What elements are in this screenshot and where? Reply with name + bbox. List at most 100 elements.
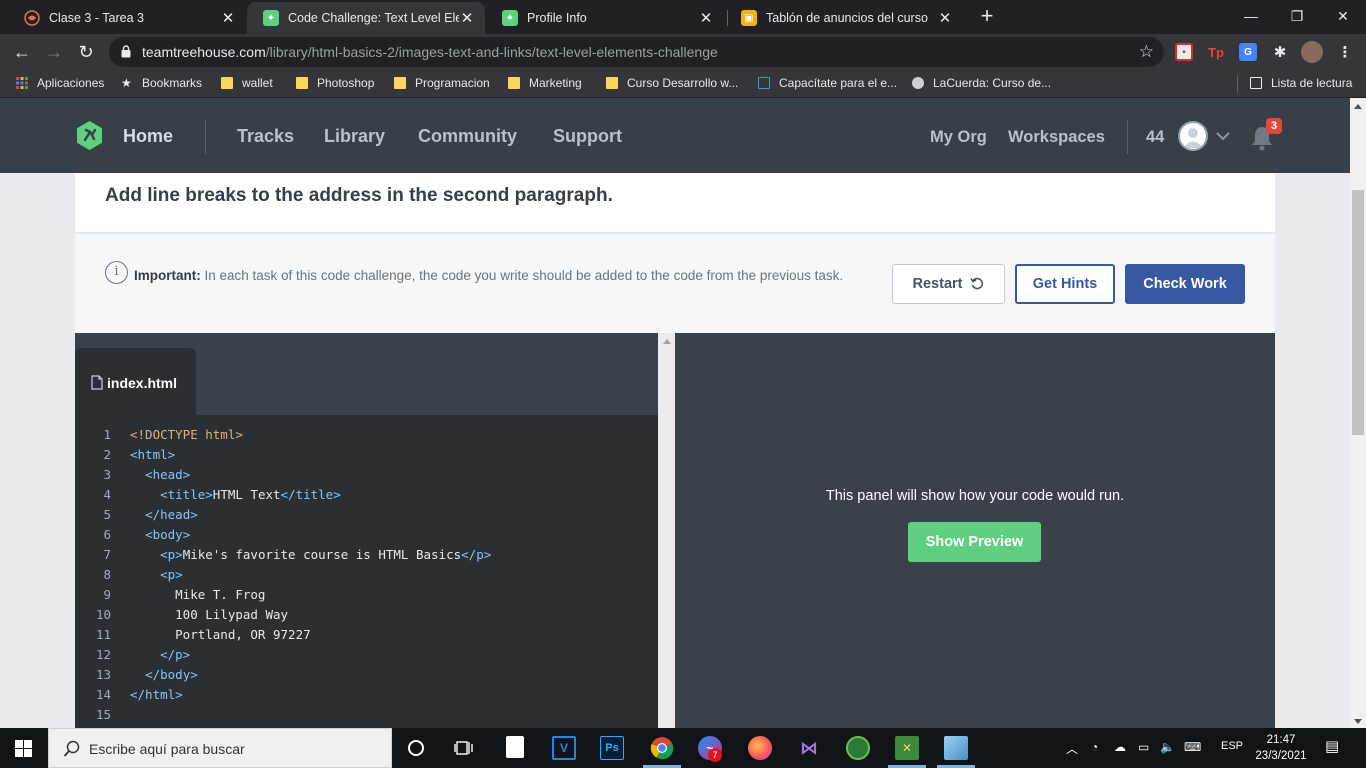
code-line[interactable]: 8 <p> <box>75 565 658 585</box>
scroll-down-arrow-icon[interactable] <box>1354 719 1362 724</box>
tab-title: Profile Info <box>527 11 587 25</box>
code-editor[interactable]: index.html 1 <!DOCTYPE html> 2 <html> 3 <hea… <box>75 333 658 728</box>
extension-tp-icon[interactable]: Tp <box>1207 43 1225 61</box>
taskbar-search[interactable]: Escribe aquí para buscar <box>48 728 392 768</box>
nav-divider <box>205 120 206 154</box>
nav-library[interactable]: Library <box>324 126 385 147</box>
close-tab-icon[interactable]: ✕ <box>459 9 475 27</box>
opera-vpn-icon[interactable] <box>846 736 870 760</box>
line-number: 8 <box>103 567 111 582</box>
forward-arrow-icon[interactable]: → <box>40 38 68 66</box>
close-tab-icon[interactable]: ✕ <box>698 9 714 27</box>
code-line[interactable]: 9 Mike T. Frog <box>75 585 658 605</box>
code-line[interactable]: 12 </p> <box>75 645 658 665</box>
nav-workspaces[interactable]: Workspaces <box>1008 128 1105 147</box>
browser-tab-code-challenge[interactable]: ✦ Code Challenge: Text Level Eleme ✕ <box>247 2 485 34</box>
line-number: 14 <box>95 687 111 702</box>
scroll-up-arrow-icon[interactable] <box>663 339 671 344</box>
browser-tab-tablon[interactable]: ▣ Tablón de anuncios del curso ✕ <box>725 2 963 34</box>
wifi-icon[interactable]: ◔ <box>1091 740 1098 754</box>
tray-chevron-up-icon[interactable]: ︿ <box>1066 740 1078 757</box>
treehouse-logo-icon[interactable] <box>74 120 105 151</box>
address-bar[interactable]: teamtreehouse.com/library/html-basics-2/… <box>109 37 1164 67</box>
code-line[interactable]: 13 </body> <box>75 665 658 685</box>
battery-icon[interactable]: ▭ <box>1138 740 1149 754</box>
code-lines[interactable]: 1 <!DOCTYPE html> 2 <html> 3 <head> 4 <title>… <box>75 425 658 725</box>
code-line[interactable]: 10 100 Lilypad Way <box>75 605 658 625</box>
system-clock[interactable]: 21:47 23/3/2021 <box>1255 732 1307 764</box>
language-indicator[interactable]: ESP <box>1221 740 1243 752</box>
code-line[interactable]: 2 <html> <box>75 445 658 465</box>
chrome-icon[interactable] <box>650 736 674 760</box>
cortana-icon[interactable] <box>404 736 428 760</box>
bookmark-curso-desarrollo[interactable]: Curso Desarrollo w... <box>606 76 738 90</box>
reload-icon[interactable]: ↻ <box>72 38 100 66</box>
show-preview-button[interactable]: Show Preview <box>908 522 1041 562</box>
extensions-puzzle-icon[interactable]: ✱ <box>1271 43 1289 61</box>
visual-studio-icon[interactable]: ⋈ <box>797 736 821 760</box>
minimize-button[interactable]: — <box>1228 0 1274 32</box>
new-tab-button[interactable]: + <box>975 4 999 28</box>
editor-scrollbar[interactable] <box>658 333 675 728</box>
close-tab-icon[interactable]: ✕ <box>220 9 236 27</box>
reading-list-button[interactable]: Lista de lectura <box>1250 76 1352 90</box>
scroll-up-arrow-icon[interactable] <box>1354 104 1362 109</box>
code-line[interactable]: 11 Portland, OR 97227 <box>75 625 658 645</box>
bookmark-programacion[interactable]: Programacion <box>394 76 490 90</box>
code-line[interactable]: 3 <head> <box>75 465 658 485</box>
task-view-icon[interactable] <box>452 736 476 760</box>
user-avatar[interactable] <box>1178 121 1208 151</box>
nav-home[interactable]: Home <box>123 126 173 147</box>
nav-my-org[interactable]: My Org <box>930 128 987 147</box>
pdf-extension-icon[interactable]: ▪ <box>1175 43 1193 61</box>
line-number: 15 <box>95 707 111 722</box>
nav-community[interactable]: Community <box>418 126 517 147</box>
line-number: 13 <box>95 667 111 682</box>
scrollbar-thumb[interactable] <box>1352 190 1364 435</box>
app-x-icon[interactable]: ✕ <box>895 736 919 760</box>
volume-icon[interactable]: 🔈 <box>1160 740 1175 754</box>
code-line[interactable]: 1 <!DOCTYPE html> <box>75 425 658 445</box>
code-line[interactable]: 5 </head> <box>75 505 658 525</box>
onedrive-icon[interactable]: ☁ <box>1114 740 1126 754</box>
bookmark-lacuerda[interactable]: LaCuerda: Curso de... <box>912 76 1051 90</box>
page-scrollbar[interactable] <box>1350 98 1366 728</box>
photoshop-icon[interactable]: Ps <box>600 736 624 760</box>
close-tab-icon[interactable]: ✕ <box>937 9 953 27</box>
get-hints-button[interactable]: Get Hints <box>1015 264 1115 304</box>
bookmark-apps[interactable]: Aplicaciones <box>16 76 104 90</box>
code-line[interactable]: 4 <title>HTML Text</title> <box>75 485 658 505</box>
bookmark-marketing[interactable]: Marketing <box>508 76 582 90</box>
bookmark-photoshop[interactable]: Photoshop <box>296 76 374 90</box>
browser-tab-clase3[interactable]: Clase 3 - Tarea 3 ✕ <box>8 2 246 34</box>
firefox-icon[interactable] <box>748 736 772 760</box>
nav-support[interactable]: Support <box>553 126 622 147</box>
close-window-button[interactable]: ✕ <box>1320 0 1366 32</box>
browser-tab-profile-info[interactable]: ✦ Profile Info ✕ <box>486 2 724 34</box>
nav-tracks[interactable]: Tracks <box>237 126 294 147</box>
bookmark-wallet[interactable]: wallet <box>221 76 273 90</box>
chevron-down-icon[interactable] <box>1216 128 1230 144</box>
notepad-plus-icon[interactable] <box>944 736 968 760</box>
check-work-button[interactable]: Check Work <box>1125 264 1245 304</box>
notification-center-icon[interactable]: ▤ <box>1325 737 1339 755</box>
bookmark-bookmarks[interactable]: ★ Bookmarks <box>121 76 202 90</box>
code-line[interactable]: 15 <box>75 705 658 725</box>
google-translate-icon[interactable]: G <box>1239 43 1257 61</box>
lock-icon <box>121 45 131 58</box>
windows-start-icon[interactable] <box>15 740 32 757</box>
vegas-icon[interactable]: V <box>552 736 576 760</box>
code-line[interactable]: 6 <body> <box>75 525 658 545</box>
bookmark-capacitate[interactable]: Capacítate para el e... <box>758 76 897 90</box>
notepad-icon[interactable] <box>506 736 524 758</box>
profile-avatar-icon[interactable] <box>1301 41 1323 63</box>
keyboard-icon[interactable]: ⌨ <box>1184 740 1201 754</box>
back-arrow-icon[interactable]: ← <box>8 38 36 66</box>
file-tab[interactable]: index.html <box>75 348 196 415</box>
maximize-button[interactable]: ❐ <box>1274 0 1320 32</box>
bookmark-star-icon[interactable]: ☆ <box>1139 42 1154 62</box>
restart-button[interactable]: Restart <box>892 264 1005 304</box>
code-line[interactable]: 14 </html> <box>75 685 658 705</box>
menu-kebab-icon[interactable]: ⋮ <box>1336 43 1354 61</box>
code-line[interactable]: 7 <p>Mike's favorite course is HTML Basi… <box>75 545 658 565</box>
